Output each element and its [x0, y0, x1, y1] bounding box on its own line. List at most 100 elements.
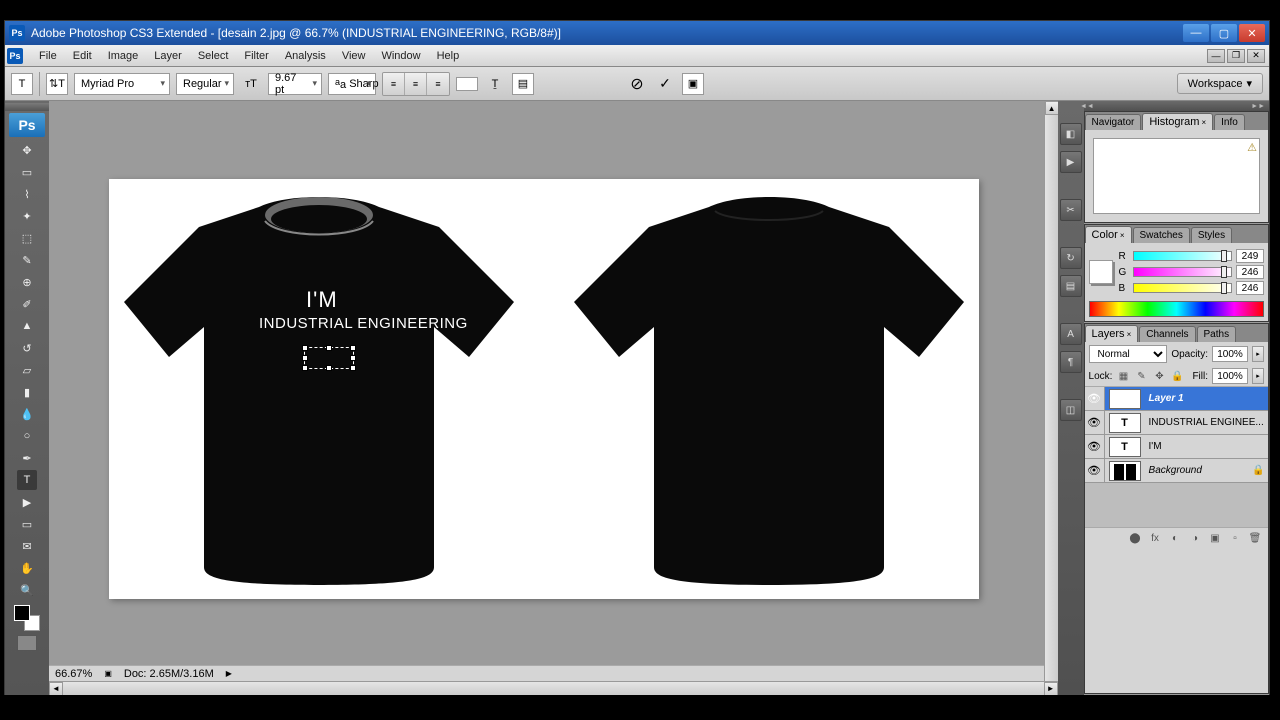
- minimize-button[interactable]: —: [1183, 24, 1209, 42]
- dock-navigator-icon[interactable]: ◧: [1060, 123, 1082, 145]
- tab-layers[interactable]: Layers×: [1085, 325, 1139, 342]
- menu-filter[interactable]: Filter: [236, 48, 276, 64]
- brush-tool[interactable]: ✐: [17, 294, 37, 314]
- tab-info[interactable]: Info: [1214, 114, 1245, 130]
- color-picker[interactable]: [14, 605, 40, 631]
- bridge-button[interactable]: ▣: [682, 73, 704, 95]
- menu-edit[interactable]: Edit: [65, 48, 100, 64]
- layer-visibility-toggle[interactable]: 👁: [1085, 459, 1105, 482]
- toolbox-handle[interactable]: [5, 103, 49, 111]
- dodge-tool[interactable]: ○: [17, 426, 37, 446]
- hand-tool[interactable]: ✋: [17, 558, 37, 578]
- eraser-tool[interactable]: ▱: [17, 360, 37, 380]
- dock-paragraph-icon[interactable]: ¶: [1060, 351, 1082, 373]
- menu-help[interactable]: Help: [429, 48, 468, 64]
- delete-layer-button[interactable]: 🗑: [1246, 530, 1264, 546]
- eyedropper-tool[interactable]: ✎: [17, 250, 37, 270]
- blur-tool[interactable]: 💧: [17, 404, 37, 424]
- antialias-select[interactable]: aa Sharp: [328, 73, 376, 95]
- r-value[interactable]: [1236, 249, 1264, 263]
- panel-collapse-bar[interactable]: [1084, 101, 1269, 111]
- opacity-arrow[interactable]: ▸: [1252, 346, 1264, 362]
- commit-edit-button[interactable]: ✓: [654, 73, 676, 95]
- align-center-button[interactable]: ≡: [405, 73, 427, 95]
- layer-row[interactable]: 👁 T INDUSTRIAL ENGINEE...: [1085, 411, 1268, 435]
- color-foreground-swatch[interactable]: [1089, 260, 1113, 284]
- tab-color[interactable]: Color×: [1085, 226, 1132, 243]
- cancel-edit-button[interactable]: ⊘: [626, 73, 648, 95]
- align-left-button[interactable]: ≡: [383, 73, 405, 95]
- layer-visibility-toggle[interactable]: 👁: [1085, 387, 1105, 410]
- fill-input[interactable]: [1212, 368, 1248, 384]
- text-color-swatch[interactable]: [456, 77, 478, 91]
- character-panel-button[interactable]: ▤: [512, 73, 534, 95]
- lock-pixels-icon[interactable]: ✎: [1134, 369, 1148, 383]
- scroll-left-button[interactable]: ◄: [49, 682, 63, 696]
- menu-image[interactable]: Image: [100, 48, 147, 64]
- layer-mask-button[interactable]: ◐: [1166, 530, 1184, 546]
- r-slider[interactable]: [1133, 251, 1232, 261]
- move-tool[interactable]: ✥: [17, 140, 37, 160]
- layer-visibility-toggle[interactable]: 👁: [1085, 435, 1105, 458]
- foreground-color[interactable]: [14, 605, 30, 621]
- text-transform-box[interactable]: [304, 347, 354, 369]
- text-orientation-button[interactable]: ⇅T: [46, 73, 68, 95]
- workspace-button[interactable]: Workspace ▾: [1177, 73, 1263, 94]
- fill-arrow[interactable]: ▸: [1252, 368, 1264, 384]
- new-layer-button[interactable]: ▫: [1226, 530, 1244, 546]
- magic-wand-tool[interactable]: ✦: [17, 206, 37, 226]
- warning-icon[interactable]: ⚠: [1247, 141, 1257, 154]
- quick-mask-toggle[interactable]: [17, 635, 37, 651]
- text-tool-preset-icon[interactable]: T: [11, 73, 33, 95]
- layer-name[interactable]: Background: [1145, 465, 1252, 476]
- font-style-select[interactable]: Regular: [176, 73, 234, 95]
- doc-close-button[interactable]: ✕: [1247, 49, 1265, 63]
- font-family-select[interactable]: Myriad Pro: [74, 73, 170, 95]
- b-value[interactable]: [1236, 281, 1264, 295]
- zoom-level[interactable]: 66.67%: [55, 668, 92, 680]
- dock-actions-icon[interactable]: ▤: [1060, 275, 1082, 297]
- gradient-tool[interactable]: ▮: [17, 382, 37, 402]
- layer-style-button[interactable]: fx: [1146, 530, 1164, 546]
- vertical-scrollbar[interactable]: ▲: [1044, 101, 1058, 681]
- link-layers-button[interactable]: ⬤: [1126, 530, 1144, 546]
- document-canvas[interactable]: I'M INDUSTRIAL ENGINEERING: [109, 179, 979, 599]
- menu-layer[interactable]: Layer: [146, 48, 190, 64]
- dock-layers-icon[interactable]: ◫: [1060, 399, 1082, 421]
- maximize-button[interactable]: ▢: [1211, 24, 1237, 42]
- ps-menu-icon[interactable]: Ps: [7, 48, 23, 64]
- shape-tool[interactable]: ▭: [17, 514, 37, 534]
- opacity-input[interactable]: [1212, 346, 1248, 362]
- layer-row[interactable]: 👁 T Layer 1: [1085, 387, 1268, 411]
- crop-tool[interactable]: ⬚: [17, 228, 37, 248]
- menu-analysis[interactable]: Analysis: [277, 48, 334, 64]
- lock-all-icon[interactable]: 🔒: [1170, 369, 1184, 383]
- font-size-select[interactable]: 9.67 pt: [268, 73, 322, 95]
- lock-transparency-icon[interactable]: ▦: [1116, 369, 1130, 383]
- lock-position-icon[interactable]: ✥: [1152, 369, 1166, 383]
- menu-window[interactable]: Window: [373, 48, 428, 64]
- menu-file[interactable]: File: [31, 48, 65, 64]
- blend-mode-select[interactable]: Normal: [1089, 345, 1168, 363]
- layer-row[interactable]: 👁 T I'M: [1085, 435, 1268, 459]
- pen-tool[interactable]: ✒: [17, 448, 37, 468]
- horizontal-scrollbar[interactable]: ◄ ►: [49, 681, 1058, 695]
- tab-styles[interactable]: Styles: [1191, 227, 1232, 243]
- dock-play-icon[interactable]: ▶: [1060, 151, 1082, 173]
- tab-paths[interactable]: Paths: [1197, 326, 1237, 342]
- doc-minimize-button[interactable]: —: [1207, 49, 1225, 63]
- dock-history-icon[interactable]: ↻: [1060, 247, 1082, 269]
- menu-view[interactable]: View: [334, 48, 374, 64]
- adjustment-layer-button[interactable]: ◑: [1186, 530, 1204, 546]
- lasso-tool[interactable]: ⌇: [17, 184, 37, 204]
- path-selection-tool[interactable]: ▶: [17, 492, 37, 512]
- notes-tool[interactable]: ✉: [17, 536, 37, 556]
- g-slider[interactable]: [1133, 267, 1232, 277]
- dock-character-icon[interactable]: A: [1060, 323, 1082, 345]
- group-button[interactable]: ▣: [1206, 530, 1224, 546]
- warp-text-button[interactable]: Ṯ: [484, 73, 506, 95]
- history-brush-tool[interactable]: ↺: [17, 338, 37, 358]
- menu-select[interactable]: Select: [190, 48, 237, 64]
- tab-navigator[interactable]: Navigator: [1085, 114, 1142, 130]
- layer-name[interactable]: Layer 1: [1145, 393, 1268, 404]
